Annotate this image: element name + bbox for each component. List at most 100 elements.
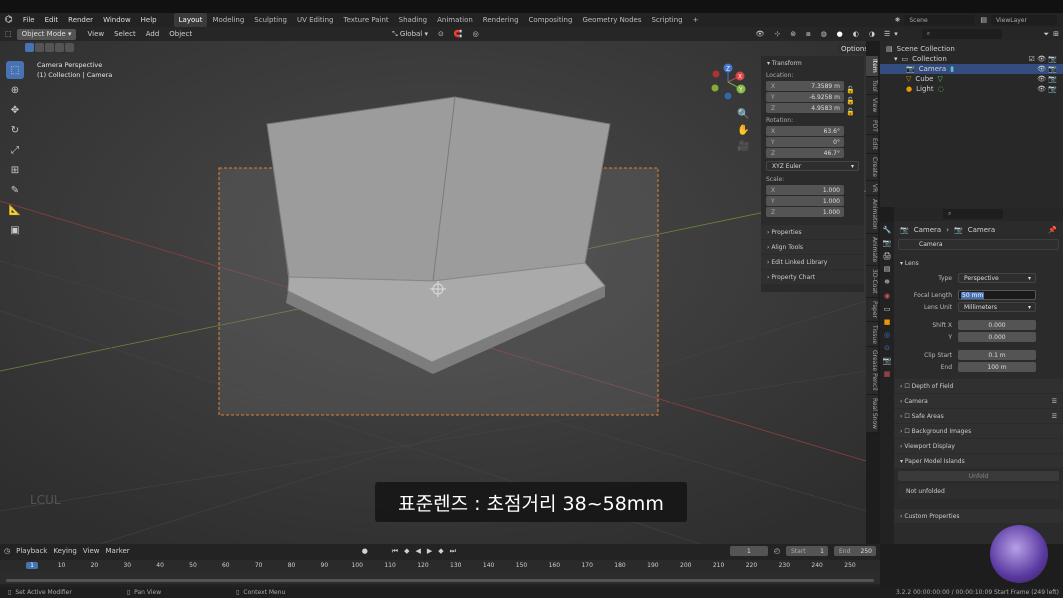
- gizmo-neg-z[interactable]: [724, 92, 732, 100]
- property-chart-section[interactable]: › Property Chart: [761, 270, 864, 284]
- options-dropdown[interactable]: Options ▾: [838, 44, 866, 54]
- timeline-ruler[interactable]: 1 10 20 30 40 50 60 70 80 90 100 110 120 130 140 150 160…: [0, 560, 880, 572]
- custom-properties-panel[interactable]: › Custom Properties: [894, 509, 1063, 523]
- safe-areas-panel[interactable]: › ☐ Safe Areas ☰: [894, 409, 1063, 423]
- visibility-icon[interactable]: 👁 📷: [1037, 85, 1057, 93]
- menu-render[interactable]: Render: [63, 13, 98, 27]
- depth-of-field-panel[interactable]: › ☐ Depth of Field: [894, 379, 1063, 393]
- workspace-tab-shading[interactable]: Shading: [394, 13, 432, 27]
- blender-logo-icon[interactable]: ⌬: [0, 13, 18, 27]
- rendered-shading-icon[interactable]: ◑: [864, 27, 880, 41]
- texture-tab-icon[interactable]: ▦: [884, 370, 891, 378]
- tab-animation[interactable]: Animation: [866, 196, 878, 234]
- properties-search-input[interactable]: ⌕: [943, 209, 1003, 219]
- scale-tool-icon[interactable]: ⤢: [6, 141, 24, 159]
- outliner-item-cube[interactable]: ▽ Cube ▽ 👁 📷: [880, 74, 1063, 84]
- select-new-icon[interactable]: [25, 43, 34, 52]
- gizmo-neg-y[interactable]: [711, 84, 719, 92]
- measure-tool-icon[interactable]: 📐: [6, 201, 24, 219]
- properties-section[interactable]: › Properties: [761, 225, 864, 239]
- rotation-z-field[interactable]: Z 46.7°: [766, 148, 844, 158]
- scale-x-field[interactable]: X 1.000: [766, 185, 844, 195]
- tab-grease-pencil[interactable]: Grease Pencil: [866, 347, 878, 396]
- tool-tab-icon[interactable]: 🔧: [883, 226, 892, 234]
- viewport-display-panel[interactable]: › Viewport Display: [894, 439, 1063, 453]
- pivot-icon[interactable]: ⊙: [433, 27, 449, 41]
- lock-icon[interactable]: 🔓: [846, 97, 855, 105]
- select-intersect-icon[interactable]: [65, 43, 74, 52]
- outliner-search-input[interactable]: ⌕: [921, 29, 1002, 39]
- add-cube-tool-icon[interactable]: ▣: [6, 221, 24, 239]
- rotation-mode-dropdown[interactable]: XYZ Euler ▾: [766, 161, 859, 171]
- transform-orientation-dropdown[interactable]: ⤡ Global ▾: [387, 27, 433, 41]
- current-frame-field[interactable]: 1: [729, 546, 768, 556]
- jump-end-icon[interactable]: ⏭: [450, 547, 456, 556]
- jump-start-icon[interactable]: ⏮: [392, 547, 398, 556]
- outliner-editor-icon[interactable]: ☰: [884, 30, 890, 38]
- tab-vr[interactable]: VR: [866, 181, 878, 197]
- checkbox-icon[interactable]: ☐: [904, 383, 909, 390]
- menu-window[interactable]: Window: [98, 13, 136, 27]
- location-z-field[interactable]: Z 4.9583 m: [766, 103, 844, 113]
- rotation-y-field[interactable]: Y 0°: [766, 137, 844, 147]
- annotate-tool-icon[interactable]: ✎: [6, 181, 24, 199]
- scene-tab-icon[interactable]: ⛯: [884, 278, 890, 287]
- proportional-edit-icon[interactable]: ◎: [468, 27, 484, 41]
- zoom-icon[interactable]: 🔍: [737, 109, 749, 120]
- tab-edit[interactable]: Edit: [866, 135, 878, 155]
- lock-icon[interactable]: 🔓: [846, 108, 855, 116]
- tab-real-snow[interactable]: Real Snow: [866, 395, 878, 434]
- object-tab-icon[interactable]: ■: [884, 318, 891, 326]
- next-keyframe-icon[interactable]: ◆: [438, 547, 443, 555]
- editor-type-icon[interactable]: ◷: [4, 547, 10, 555]
- workspace-tab-rendering[interactable]: Rendering: [478, 13, 524, 27]
- checkbox-icon[interactable]: ☐: [904, 413, 909, 420]
- workspace-tab-layout[interactable]: Layout: [173, 13, 208, 27]
- end-frame-field[interactable]: End 250: [834, 546, 876, 556]
- scale-z-field[interactable]: Z 1.000: [766, 207, 844, 217]
- checkbox-icon[interactable]: ☐: [904, 428, 909, 435]
- edit-linked-library-section[interactable]: › Edit Linked Library: [761, 255, 864, 269]
- scale-y-field[interactable]: Y 1.000: [766, 196, 844, 206]
- wireframe-shading-icon[interactable]: ◍: [816, 27, 832, 41]
- prev-keyframe-icon[interactable]: ◆: [404, 547, 409, 555]
- transform-panel-header[interactable]: ▾ Transform: [761, 56, 864, 70]
- align-tools-section[interactable]: › Align Tools: [761, 240, 864, 254]
- lens-unit-dropdown[interactable]: Millimeters ▾: [958, 302, 1036, 312]
- tab-tissue[interactable]: Tissue: [866, 321, 878, 348]
- menu-help[interactable]: Help: [136, 13, 162, 27]
- workspace-tab-animation[interactable]: Animation: [432, 13, 478, 27]
- list-icon[interactable]: ☰: [1052, 398, 1063, 405]
- editor-type-icon[interactable]: ⬚: [0, 27, 17, 41]
- lens-panel-header[interactable]: ▾ Lens: [894, 256, 1063, 270]
- cursor-tool-icon[interactable]: ⊕: [6, 81, 24, 99]
- snap-icon[interactable]: 🧲: [449, 27, 468, 41]
- workspace-tab-geometry-nodes[interactable]: Geometry Nodes: [577, 13, 646, 27]
- select-extend-icon[interactable]: [35, 43, 44, 52]
- shift-x-field[interactable]: 0.000: [958, 320, 1036, 330]
- menu-add[interactable]: Add: [141, 27, 165, 41]
- lens-type-dropdown[interactable]: Perspective ▾: [958, 273, 1036, 283]
- solid-shading-icon[interactable]: ●: [832, 27, 848, 41]
- physics-tab-icon[interactable]: ◎: [884, 331, 890, 339]
- lock-icon[interactable]: 🔓: [846, 86, 855, 94]
- tab-pdt[interactable]: PDT: [866, 116, 878, 136]
- move-tool-icon[interactable]: ✥: [6, 101, 24, 119]
- camera-view-icon[interactable]: 🎥: [737, 141, 749, 152]
- overlay-toggle-icon[interactable]: ⊚: [785, 27, 801, 41]
- current-frame-marker[interactable]: 1: [26, 562, 38, 569]
- xray-toggle-icon[interactable]: ⧈: [801, 27, 815, 41]
- tab-view[interactable]: View: [866, 95, 878, 117]
- gizmo-neg-x[interactable]: [712, 70, 720, 78]
- workspace-tab-modeling[interactable]: Modeling: [207, 13, 249, 27]
- pin-icon[interactable]: 📌: [1048, 226, 1057, 234]
- mode-dropdown[interactable]: Object Mode ▾: [16, 28, 77, 40]
- play-icon[interactable]: ▶: [427, 547, 432, 555]
- paper-model-islands-panel[interactable]: ▾ Paper Model Islands: [894, 454, 1063, 468]
- focal-length-input[interactable]: 50 mm: [958, 290, 1036, 300]
- background-images-panel[interactable]: › ☐ Background Images: [894, 424, 1063, 438]
- collection-tab-icon[interactable]: ▭: [884, 305, 891, 313]
- list-icon[interactable]: ☰: [1052, 413, 1063, 420]
- view-layer-tab-icon[interactable]: ▤: [884, 265, 891, 273]
- expand-icon[interactable]: ▾: [894, 55, 898, 63]
